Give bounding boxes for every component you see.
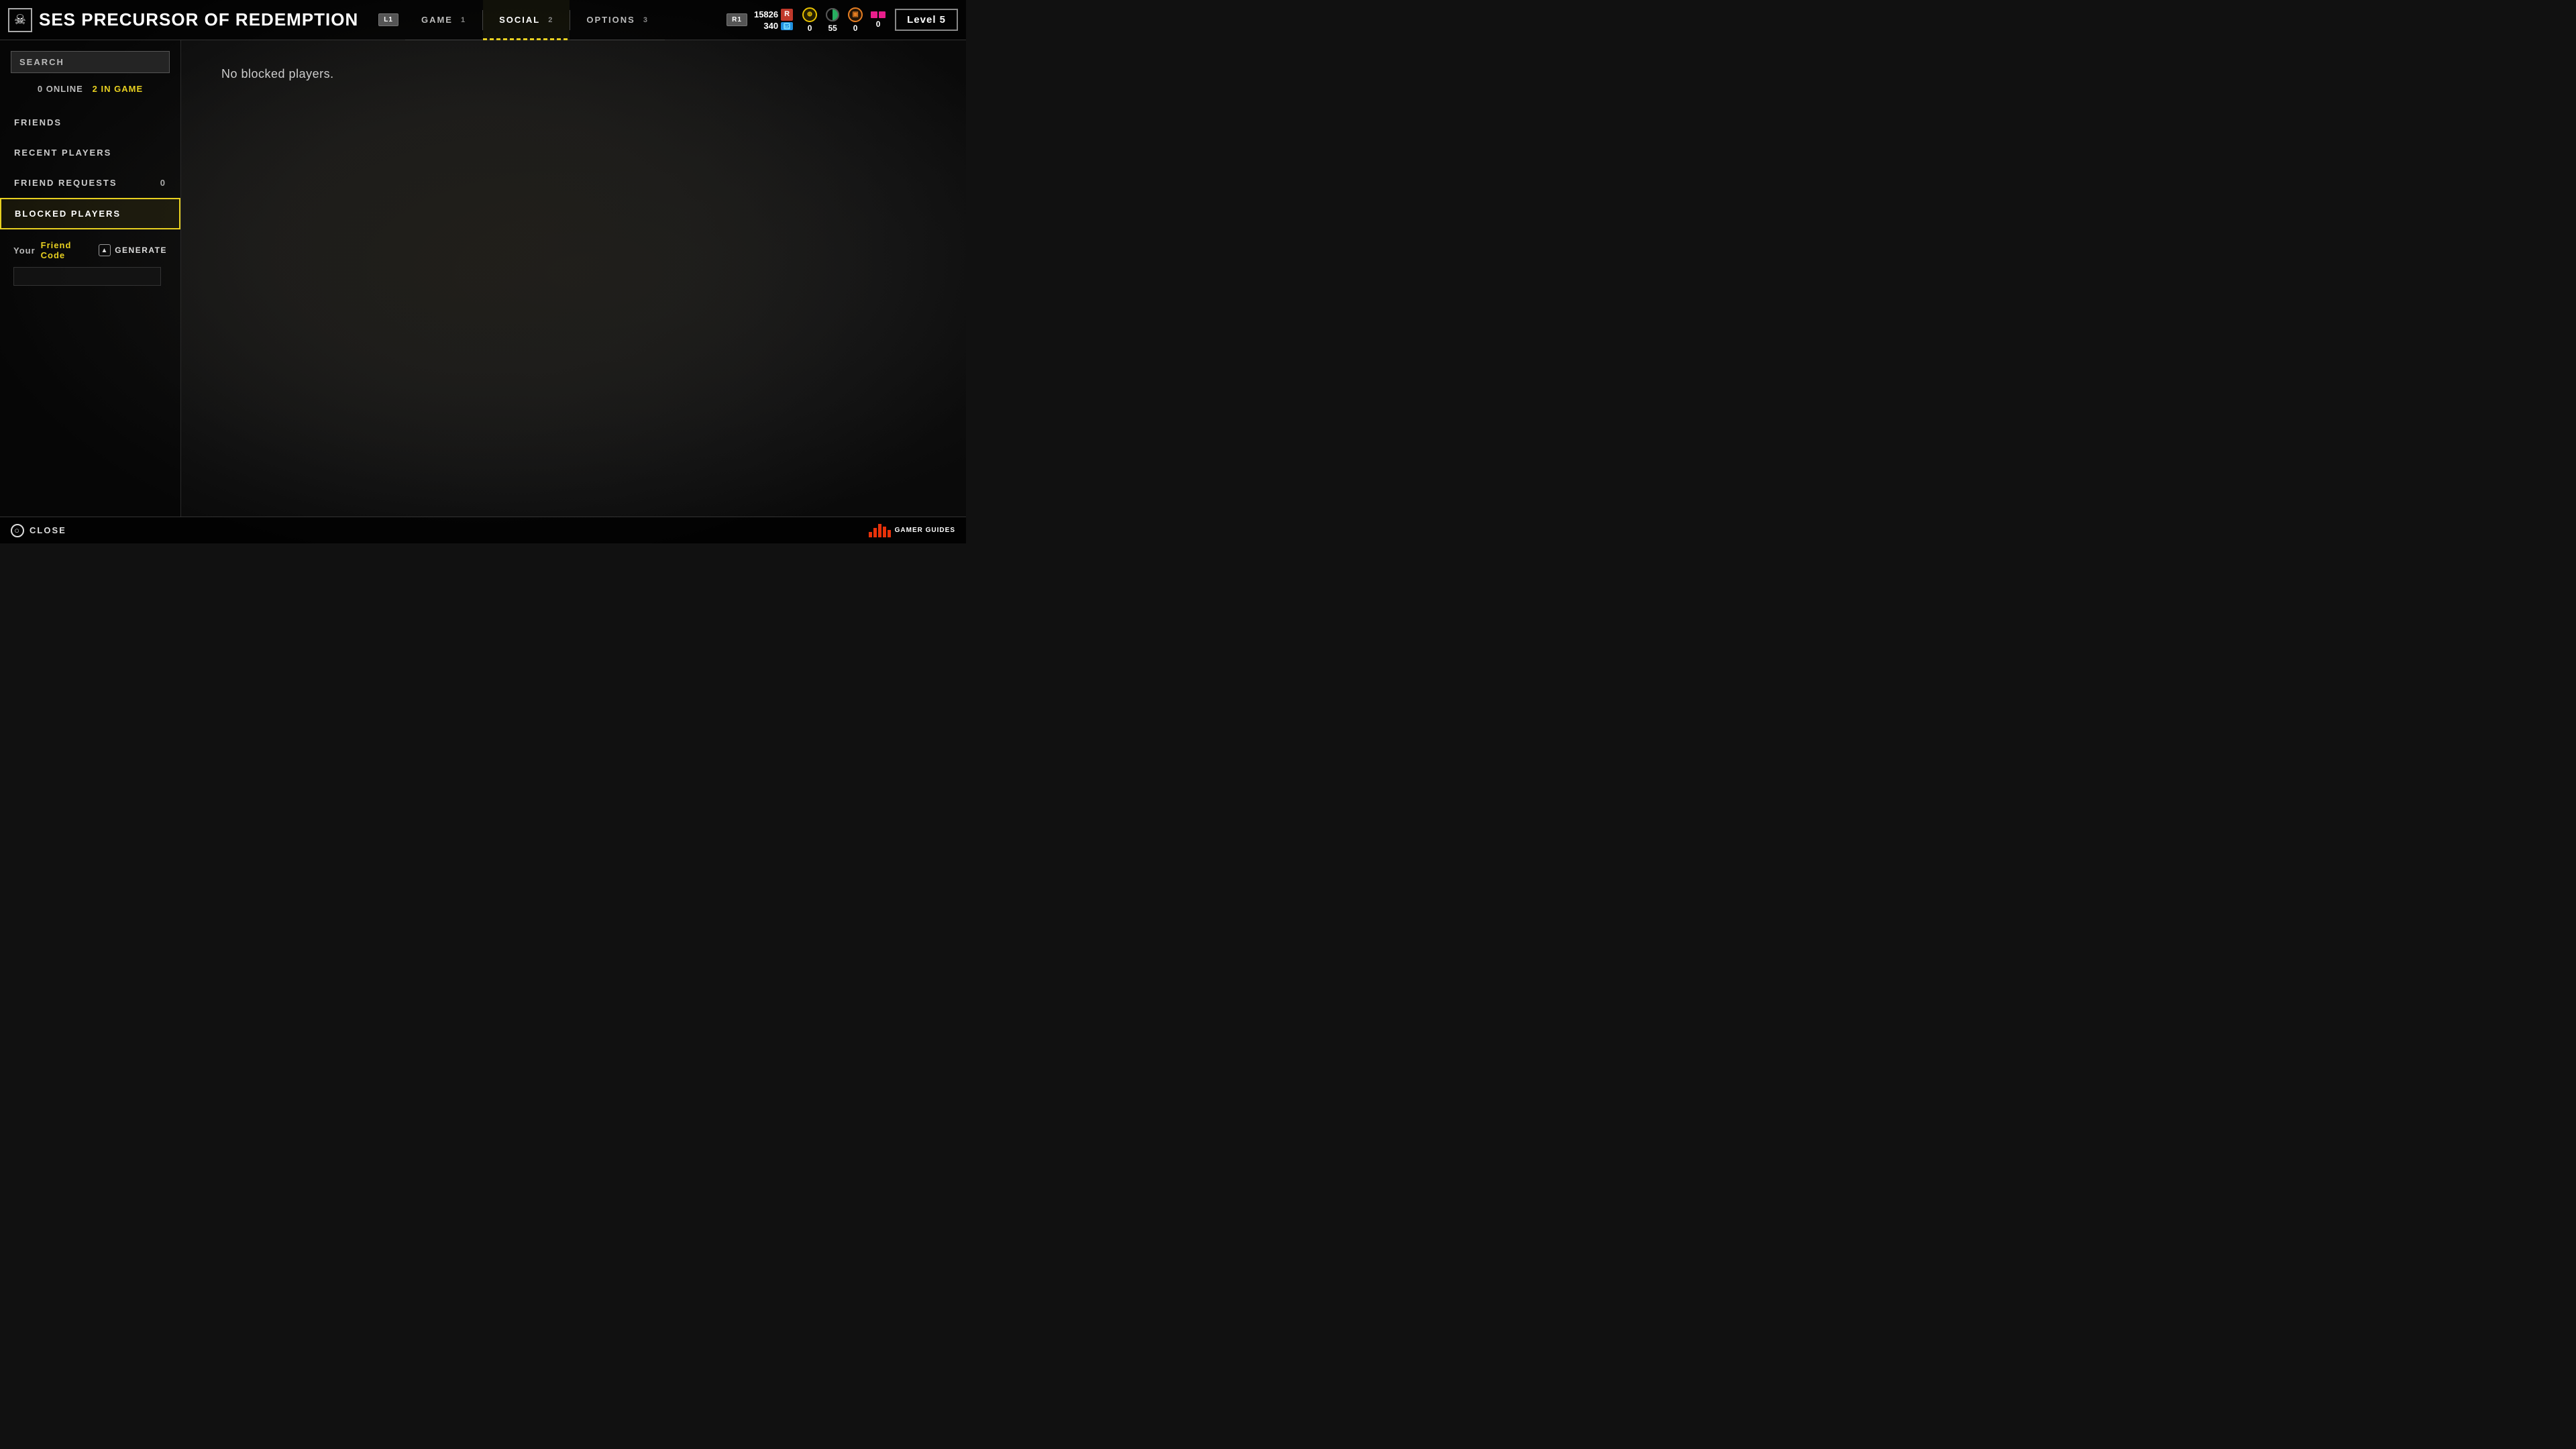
tab-social[interactable]: SOCIAL 2 [483,0,570,40]
shoulder-left-button[interactable]: L1 [378,13,398,26]
gg-bar-5 [888,530,891,537]
gamer-guides-logo: GAMER GUIDES [869,524,955,537]
tab-game[interactable]: GAME 1 [405,0,482,40]
resource-half-circle: 55 [825,7,840,33]
svg-text:SC: SC [784,25,790,30]
gg-bar-3 [878,524,881,537]
nav-tabs: GAME 1 SOCIAL 2 OPTIONS 3 [405,0,720,40]
close-button[interactable]: ○ CLOSE [11,524,66,537]
sidebar-item-blocked-players[interactable]: BLOCKED PLAYERS [0,198,180,229]
triangle-icon: ▲ [99,244,111,256]
online-status: 0 ONLINE 2 IN GAME [0,84,180,94]
level-badge: Level 5 [895,9,958,31]
center-panel: No blocked players. [181,40,966,517]
ingame-count: 2 IN GAME [93,84,143,94]
search-input[interactable]: SEARCH [11,51,170,73]
currency1-icon: R [781,9,793,21]
main-content: SEARCH 0 ONLINE 2 IN GAME FRIENDS RECENT… [0,40,966,517]
currency2-value: 340 [763,21,778,32]
friend-code-label: Your Friend Code ▲ GENERATE [13,240,167,260]
resource-orange: ▣ 0 [848,7,863,33]
bottom-bar: ○ CLOSE GAMER GUIDES [0,517,966,543]
circle-icon: ○ [11,524,24,537]
sidebar-item-recent-players[interactable]: RECENT PLAYERS [0,138,180,168]
resource-medkit: ⊕ 0 [802,7,817,33]
sidebar-item-friends[interactable]: FRIENDS [0,107,180,138]
resource-icons: ⊕ 0 55 ▣ [802,7,885,33]
right-hud: 15826 R 340 SC [754,7,958,33]
friend-code-prefix-text: Your [13,246,36,256]
sidebar: SEARCH 0 ONLINE 2 IN GAME FRIENDS RECENT… [0,40,181,517]
generate-button[interactable]: ▲ GENERATE [99,244,167,256]
ship-title: SES Precursor of Redemption [39,9,358,30]
gg-bars-icon [869,524,891,537]
sidebar-item-friend-requests[interactable]: FRIEND REQUESTS 0 [0,168,180,198]
gamer-guides-text: GAMER GUIDES [895,527,955,534]
friend-code-label-highlight: Friend Code [41,240,87,260]
friend-code-input[interactable] [13,267,161,286]
resource-pink: 0 [871,11,885,29]
online-count: 0 ONLINE [38,84,83,94]
currency2-icon: SC [781,22,793,30]
tab-options[interactable]: OPTIONS 3 [570,0,665,40]
currency-display: 15826 R 340 SC [754,9,793,32]
skull-icon: ☠ [8,8,32,32]
top-bar: ☠ SES Precursor of Redemption L1 GAME 1 … [0,0,966,40]
gg-bar-2 [873,528,877,537]
shoulder-right-button[interactable]: R1 [727,13,747,26]
currency1-value: 15826 [754,9,778,20]
gg-bar-1 [869,532,872,537]
friend-code-section: Your Friend Code ▲ GENERATE [0,229,180,291]
no-blocked-players-text: No blocked players. [221,67,926,81]
gg-bar-4 [883,527,886,537]
friend-requests-badge: 0 [160,178,166,188]
